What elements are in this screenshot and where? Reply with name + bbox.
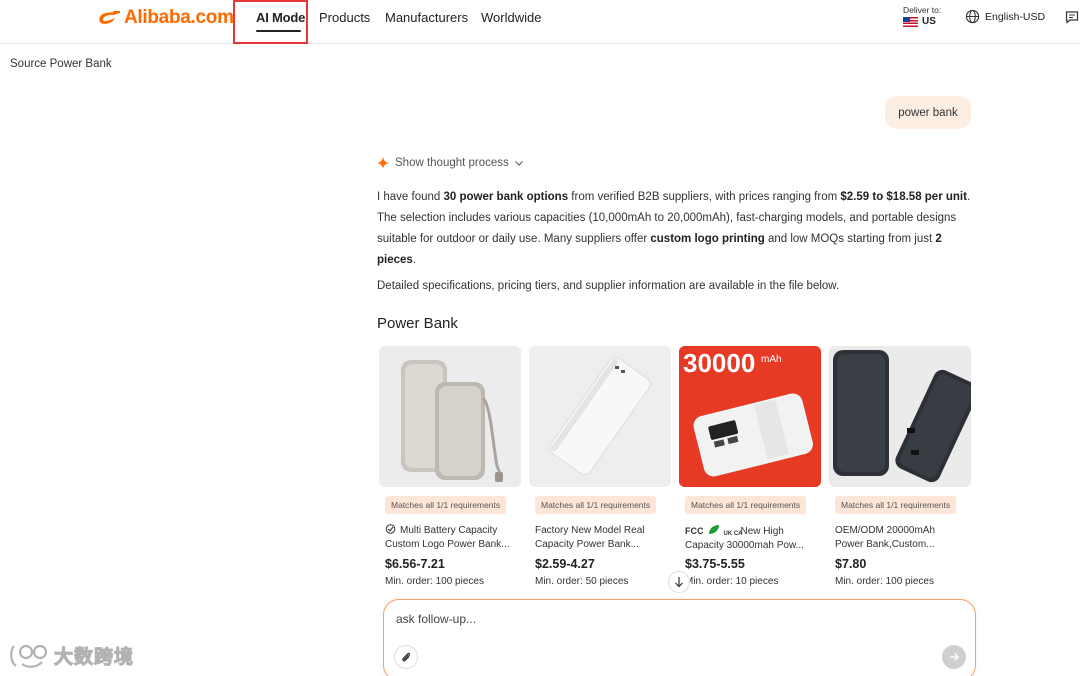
arrow-right-icon (950, 653, 959, 661)
match-badge: Matches all 1/1 requirements (535, 496, 657, 514)
show-thought-process-toggle[interactable]: Show thought process (377, 157, 524, 169)
product-moq: Min. order: 100 pieces (385, 576, 484, 587)
language-selector[interactable]: English-USD (965, 9, 1045, 24)
language-label: English-USD (985, 10, 1046, 23)
product-card[interactable]: Matches all 1/1 requirements Factory New… (529, 346, 671, 587)
product-card[interactable]: 30000 mAh Matches all 1/1 requirements F… (679, 346, 821, 587)
alibaba-logo[interactable]: Alibaba.com (97, 6, 234, 30)
us-flag-icon (903, 16, 918, 27)
product-card[interactable]: Matches all 1/1 requirements Multi Batte… (379, 346, 521, 587)
nav-products[interactable]: Products (319, 10, 370, 25)
assistant-answer-paragraph: I have found 30 power bank options from … (377, 191, 971, 266)
product-price: $6.56-7.21 (385, 557, 445, 571)
match-badge: Matches all 1/1 requirements (385, 496, 507, 514)
capacity-big-label: 30000 (683, 348, 756, 378)
supplier-badge-icon (385, 524, 396, 534)
nav-active-underline (256, 30, 301, 32)
product-moq: Min. order: 50 pieces (535, 576, 629, 587)
thought-toggle-label: Show thought process (395, 157, 509, 169)
product-title[interactable]: Multi Battery Capacity Custom Logo Power… (385, 524, 517, 551)
watermark-logo-icon (10, 644, 48, 668)
message-icon[interactable] (1065, 10, 1079, 24)
product-moq: Min. order: 100 pieces (835, 576, 934, 587)
product-title[interactable]: FCC UK CANew High Capacity 30000mah Pow..… (685, 524, 817, 551)
product-image[interactable] (529, 346, 671, 487)
power-bank-white-image (529, 346, 671, 487)
page-breadcrumb: Source Power Bank (10, 58, 112, 70)
follow-up-composer (383, 599, 976, 676)
power-bank-black-image (829, 346, 971, 487)
deliver-to-selector[interactable]: Deliver to: US (903, 5, 941, 27)
ukca-cert-icon: UK CA (723, 531, 743, 537)
deliver-country: US (922, 16, 936, 27)
nav-manufacturers[interactable]: Manufacturers (385, 10, 468, 25)
product-image[interactable] (829, 346, 971, 487)
attach-button[interactable] (394, 645, 418, 669)
top-header: Alibaba.com AI Mode Products Manufacture… (0, 0, 1080, 44)
deliver-label: Deliver to: (903, 5, 942, 15)
nav-ai-mode[interactable]: AI Mode (256, 10, 305, 25)
paperclip-icon (402, 652, 411, 662)
scroll-down-button[interactable] (668, 571, 690, 593)
logo-text: Alibaba.com (124, 7, 234, 28)
product-card[interactable]: Matches all 1/1 requirements OEM/ODM 200… (829, 346, 971, 587)
sparkle-icon (377, 157, 389, 169)
product-image[interactable]: 30000 mAh (679, 346, 821, 487)
nav-worldwide[interactable]: Worldwide (481, 10, 541, 25)
power-bank-silver-image (379, 346, 521, 487)
user-query-bubble: power bank (885, 96, 971, 129)
follow-up-input[interactable] (396, 612, 956, 626)
alibaba-logo-icon (99, 11, 120, 24)
assistant-answer-followup: Detailed specifications, pricing tiers, … (377, 280, 840, 292)
match-badge: Matches all 1/1 requirements (835, 496, 957, 514)
send-button[interactable] (942, 645, 966, 669)
chevron-down-icon (514, 161, 523, 166)
globe-icon (965, 9, 980, 24)
fcc-cert-icon: FCC (685, 526, 704, 536)
product-moq: Min. order: 10 pieces (685, 576, 779, 587)
product-price: $2.59-4.27 (535, 557, 595, 571)
arrow-down-icon (675, 577, 683, 588)
product-price: $3.75-5.55 (685, 557, 745, 571)
leaf-cert-icon (708, 525, 719, 534)
section-title-power-bank: Power Bank (377, 315, 458, 332)
product-title[interactable]: Factory New Model Real Capacity Power Ba… (535, 524, 667, 551)
product-image[interactable] (379, 346, 521, 487)
match-badge: Matches all 1/1 requirements (685, 496, 807, 514)
product-price: $7.80 (835, 557, 867, 571)
product-title[interactable]: OEM/ODM 20000mAh Power Bank,Custom... (835, 524, 967, 551)
capacity-unit-label: mAh (761, 354, 782, 365)
watermark-text: 大数跨境 (53, 646, 135, 668)
watermark: 大数跨境 (8, 640, 134, 670)
